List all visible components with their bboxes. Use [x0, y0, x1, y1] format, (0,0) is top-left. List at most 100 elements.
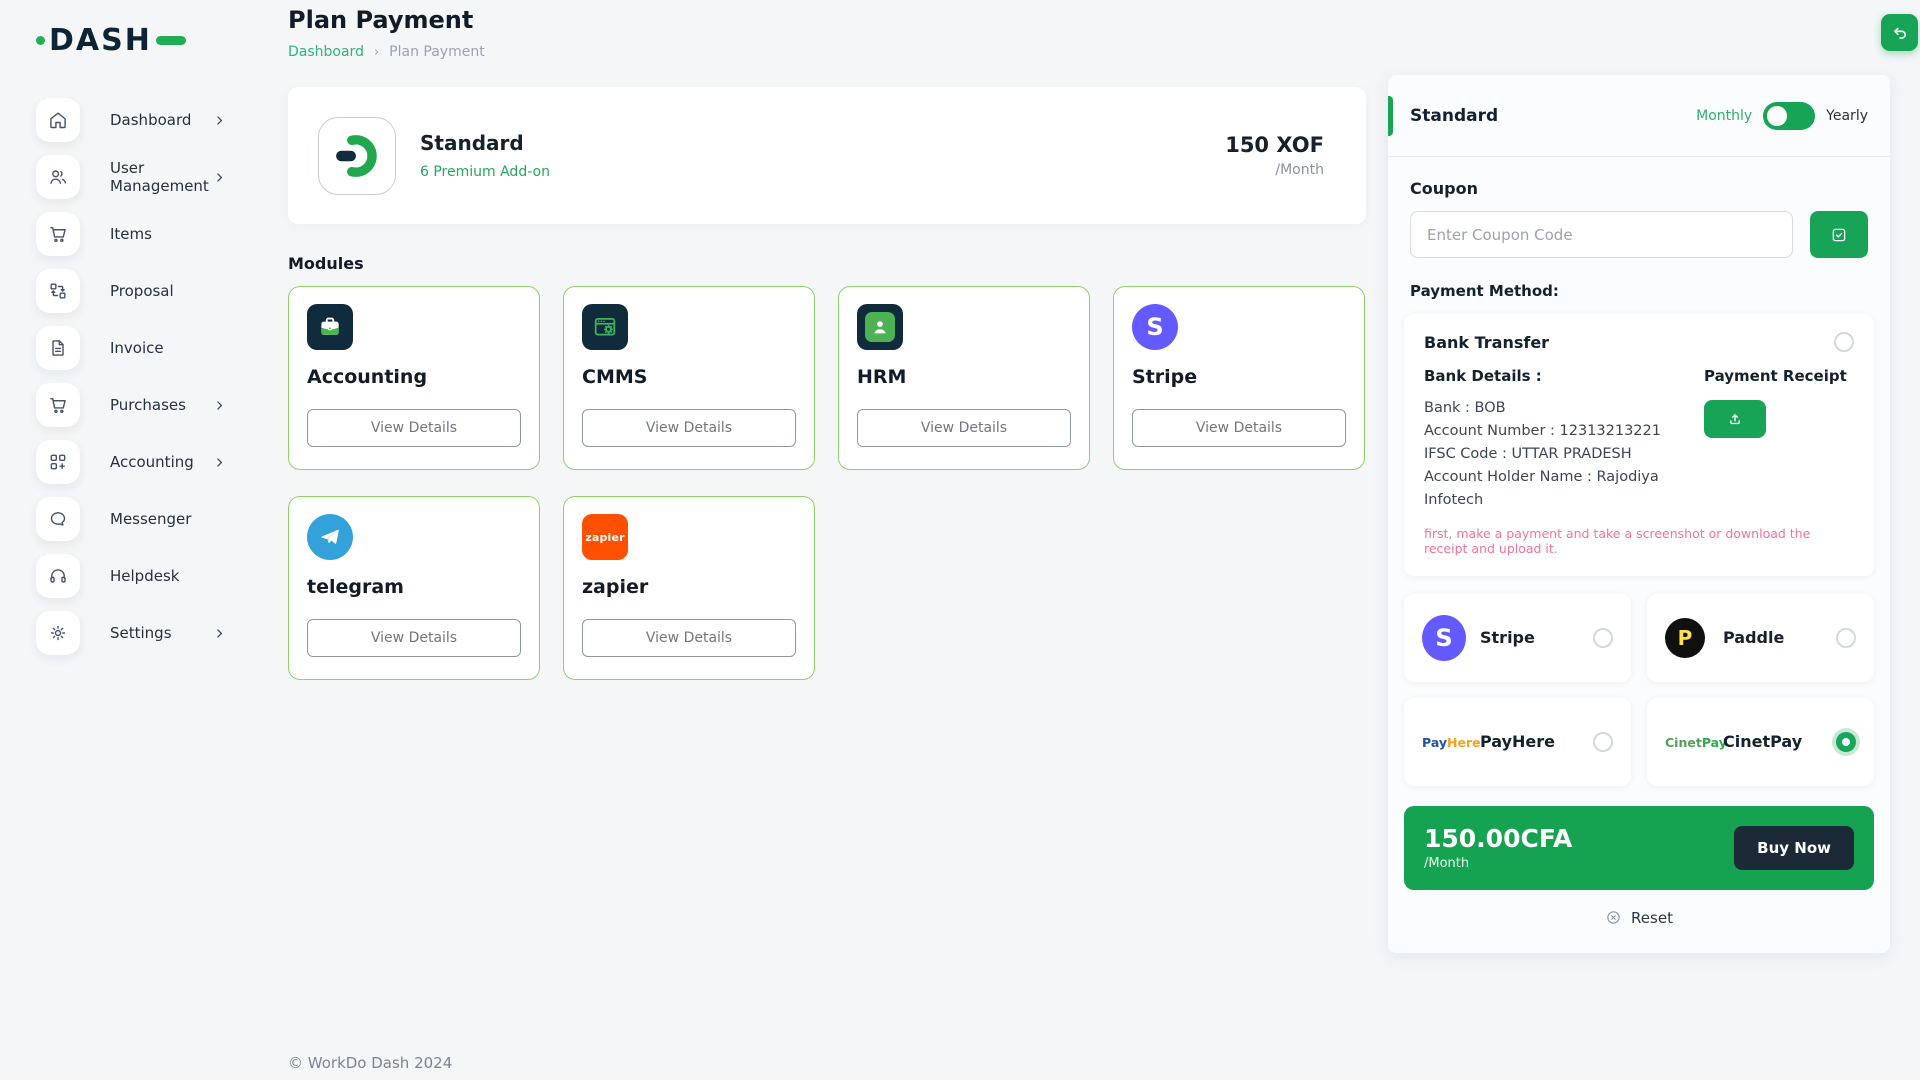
payment-option-label: CinetPay: [1723, 732, 1803, 752]
plan-summary-card: Standard 6 Premium Add-on 150 XOF /Month: [288, 87, 1366, 224]
cinetpay-logo: CinetPay: [1665, 735, 1727, 751]
headset-icon: [48, 566, 68, 586]
module-card-cmms: CMMS View Details: [563, 286, 815, 470]
billing-period-toggle[interactable]: [1763, 101, 1816, 130]
reset-control[interactable]: Reset: [1388, 909, 1890, 927]
main-content: Plan Payment Dashboard › Plan Payment St…: [288, 0, 1366, 680]
view-details-button[interactable]: View Details: [582, 619, 796, 657]
view-details-button[interactable]: View Details: [857, 409, 1071, 447]
sidebar-item-label: Settings: [110, 624, 172, 642]
sidebar-item-accounting[interactable]: Accounting: [36, 440, 262, 484]
billing-monthly-label: Monthly: [1696, 107, 1753, 124]
sidebar-item-invoice[interactable]: Invoice: [36, 326, 262, 370]
telegram-logo: [307, 514, 353, 560]
bank-transfer-radio[interactable]: [1834, 332, 1854, 352]
module-card-telegram: telegram View Details: [288, 496, 540, 680]
stripe-logo: S: [1132, 304, 1178, 350]
chevron-right-icon: [213, 456, 226, 469]
upload-icon: [1726, 410, 1744, 428]
price-banner: 150.00CFA /Month Buy Now: [1404, 805, 1874, 890]
upload-receipt-button[interactable]: [1704, 400, 1766, 438]
plan-price: 150 XOF: [1225, 133, 1324, 157]
sidebar-item-proposal[interactable]: Proposal: [36, 269, 262, 313]
payment-option-radio[interactable]: [1836, 731, 1856, 752]
chevron-right-icon: [213, 114, 226, 127]
coupon-input[interactable]: [1410, 211, 1793, 258]
module-title: CMMS: [582, 366, 648, 388]
bank-line: Bank : BOB: [1424, 400, 1506, 416]
stripe-logo: S: [1422, 614, 1466, 661]
view-details-button[interactable]: View Details: [307, 619, 521, 657]
sidebar-item-user-management[interactable]: User Management: [36, 155, 262, 199]
logo-dot: [36, 35, 45, 45]
plan-price-period: /Month: [1275, 162, 1324, 178]
payment-option-radio[interactable]: [1593, 731, 1613, 752]
hrm-logo: [857, 304, 903, 350]
sidebar-item-label: Items: [110, 225, 152, 243]
payment-receipt-label: Payment Receipt: [1704, 367, 1847, 385]
payment-option-stripe[interactable]: S Stripe: [1404, 593, 1631, 682]
paddle-logo: P: [1665, 617, 1709, 658]
document-icon: [48, 338, 68, 358]
price-period: /Month: [1424, 856, 1470, 872]
sidebar-item-messenger[interactable]: Messenger: [36, 497, 262, 541]
plan-name: Standard: [420, 131, 524, 155]
bank-details-label: Bank Details :: [1424, 367, 1542, 385]
module-card-stripe: S Stripe View Details: [1113, 286, 1365, 470]
sidebar-item-label: Dashboard: [110, 111, 192, 129]
app-logo: DASH: [36, 16, 262, 64]
view-details-button[interactable]: View Details: [582, 409, 796, 447]
payment-option-payhere[interactable]: PayHere PayHere: [1404, 697, 1631, 786]
sidebar-nav: Dashboard User Management Items Proposal…: [36, 98, 262, 655]
payment-option-radio[interactable]: [1593, 627, 1613, 648]
payment-method-label: Payment Method:: [1410, 282, 1559, 300]
coupon-apply-button[interactable]: [1810, 211, 1868, 258]
coupon-label: Coupon: [1410, 179, 1478, 198]
payment-option-label: Stripe: [1480, 628, 1535, 648]
modules-grid: Accounting View Details CMMS View Detail…: [288, 286, 1366, 680]
view-details-button[interactable]: View Details: [1132, 409, 1346, 447]
payment-option-radio[interactable]: [1836, 627, 1856, 648]
sidebar-item-settings[interactable]: Settings: [36, 611, 262, 655]
chat-icon: [48, 509, 68, 529]
payment-option-label: Paddle: [1723, 628, 1785, 648]
sidebar-item-dashboard[interactable]: Dashboard: [36, 98, 262, 142]
breadcrumb: Dashboard › Plan Payment: [288, 44, 1366, 60]
cart-icon: [48, 224, 68, 244]
chevron-right-icon: [213, 171, 226, 184]
payment-option-label: PayHere: [1480, 732, 1556, 752]
payment-option-paddle[interactable]: P Paddle: [1647, 593, 1874, 682]
undo-arrow-icon: [1890, 23, 1910, 43]
buy-now-button[interactable]: Buy Now: [1734, 825, 1854, 870]
back-button[interactable]: [1881, 14, 1918, 51]
cmms-logo: [582, 304, 628, 350]
breadcrumb-current: Plan Payment: [389, 44, 485, 60]
reset-label: Reset: [1631, 908, 1673, 927]
circle-x-icon: [1605, 909, 1622, 926]
payment-option-cinetpay[interactable]: CinetPay CinetPay: [1647, 697, 1874, 786]
sidebar-item-label: User Management: [110, 159, 209, 195]
plan-addons: 6 Premium Add-on: [420, 164, 550, 180]
sidebar-item-purchases[interactable]: Purchases: [36, 383, 262, 427]
breadcrumb-dashboard-link[interactable]: Dashboard: [288, 44, 364, 60]
cart-icon: [48, 395, 68, 415]
logo-dash-bar: [155, 35, 186, 45]
users-icon: [48, 167, 68, 187]
view-details-button[interactable]: View Details: [307, 409, 521, 447]
payhere-logo: PayHere: [1422, 735, 1481, 751]
chevron-right-icon: [213, 399, 226, 412]
bank-details-lines: Bank : BOB Account Number : 12313213221 …: [1424, 397, 1704, 512]
sidebar-item-items[interactable]: Items: [36, 212, 262, 256]
bank-line: Account Holder Name : Rajodiya Infotech: [1424, 468, 1659, 508]
module-card-accounting: Accounting View Details: [288, 286, 540, 470]
footer-copyright: © WorkDo Dash 2024: [288, 1054, 453, 1072]
sidebar-item-helpdesk[interactable]: Helpdesk: [36, 554, 262, 598]
bank-transfer-card: Bank Transfer Bank Details : Bank : BOB …: [1404, 314, 1874, 576]
module-title: telegram: [307, 576, 404, 598]
grid-plus-icon: [48, 452, 68, 472]
module-title: HRM: [857, 366, 907, 388]
bank-line: IFSC Code : UTTAR PRADESH: [1424, 445, 1632, 462]
bank-transfer-note: first, make a payment and take a screens…: [1424, 525, 1811, 556]
panel-plan-name: Standard: [1410, 105, 1499, 126]
modules-heading: Modules: [288, 254, 364, 273]
